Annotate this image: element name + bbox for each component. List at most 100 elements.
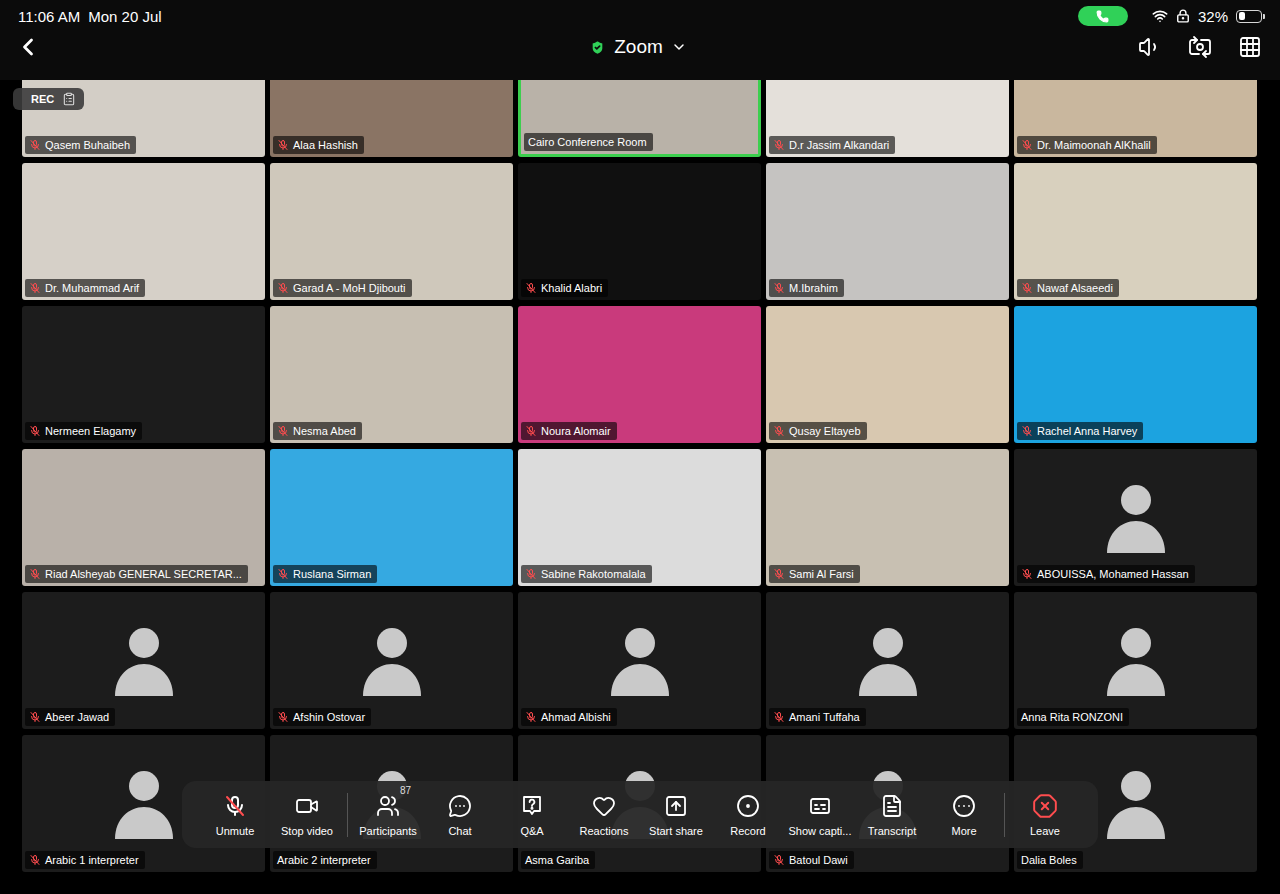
toolbar-button[interactable]: Q&A (496, 793, 568, 837)
participant-tile[interactable]: Khalid Alabri (518, 163, 761, 300)
meeting-toolbar: UnmuteStop video87ParticipantsChatQ&ARea… (182, 781, 1098, 848)
video-gallery: Qasem BuhaibehAlaa HashishCairo Conferen… (0, 80, 1280, 894)
muted-mic-icon (29, 711, 41, 723)
participant-count: 87 (400, 785, 411, 796)
toolbar-button[interactable]: Leave (1009, 793, 1081, 837)
person-avatar-icon (855, 624, 921, 698)
muted-mic-icon (277, 568, 289, 580)
chat-bubble-icon (448, 794, 472, 818)
participant-tile[interactable]: Amani Tuffaha (766, 592, 1009, 729)
participant-tile[interactable]: Rachel Anna Harvey (1014, 306, 1257, 443)
participant-name: Nawaf Alsaeedi (1017, 279, 1119, 297)
muted-mic-icon (525, 568, 537, 580)
leave-icon (1032, 793, 1058, 819)
person-avatar-icon (1103, 767, 1169, 841)
chevron-left-icon (14, 33, 42, 61)
muted-mic-icon (1021, 139, 1033, 151)
participant-tile[interactable]: Cairo Conference Room (518, 80, 761, 157)
toolbar-separator (1004, 793, 1005, 837)
toolbar-button[interactable]: Stop video (271, 793, 343, 837)
participant-tile[interactable]: Noura Alomair (518, 306, 761, 443)
toolbar-button[interactable]: Record (712, 793, 784, 837)
gallery-view-button[interactable] (1238, 35, 1262, 59)
toolbar-group: Leave (1009, 793, 1081, 837)
nav-bar: Zoom (0, 32, 1280, 62)
participant-tile[interactable]: Qusay Eltayeb (766, 306, 1009, 443)
participant-tile[interactable]: Anna Rita RONZONI (1014, 592, 1257, 729)
muted-mic-icon (277, 425, 289, 437)
participant-tile[interactable]: Afshin Ostovar (270, 592, 513, 729)
participant-tile[interactable]: M.Ibrahim (766, 163, 1009, 300)
participant-name: Amani Tuffaha (769, 708, 866, 726)
call-indicator[interactable] (1078, 6, 1128, 26)
record-icon (736, 794, 760, 818)
toolbar-button[interactable]: Unmute (199, 793, 271, 837)
participant-tile[interactable]: Dr. Muhammad Arif (22, 163, 265, 300)
participant-tile[interactable]: ABOUISSA, Mohamed Hassan (1014, 449, 1257, 586)
muted-mic-icon (277, 711, 289, 723)
participant-tile[interactable]: Dr. Maimoonah AlKhalil (1014, 80, 1257, 157)
participant-name: Khalid Alabri (521, 279, 608, 297)
muted-mic-icon (773, 282, 785, 294)
muted-mic-icon (29, 568, 41, 580)
speaker-button[interactable] (1138, 35, 1162, 59)
video-grid: Qasem BuhaibehAlaa HashishCairo Conferen… (0, 80, 1280, 872)
toolbar-button[interactable]: Chat (424, 793, 496, 837)
wifi-icon (1152, 8, 1168, 24)
participant-tile[interactable]: Sami Al Farsi (766, 449, 1009, 586)
participant-tile[interactable]: Sabine Rakotomalala (518, 449, 761, 586)
status-time: 11:06 AM (18, 8, 80, 25)
participant-name: Qusay Eltayeb (769, 422, 867, 440)
participant-name: Nermeen Elagamy (25, 422, 142, 440)
toolbar-button[interactable]: More (928, 793, 1000, 837)
participant-tile[interactable]: Alaa Hashish (270, 80, 513, 157)
muted-mic-icon (773, 568, 785, 580)
participant-tile[interactable]: Nawaf Alsaeedi (1014, 163, 1257, 300)
participant-name: Arabic 1 interpreter (25, 851, 145, 869)
meeting-title[interactable]: Zoom (589, 36, 687, 58)
toolbar-group: 87ParticipantsChatQ&AReactionsStart shar… (352, 793, 1000, 837)
participant-name: Anna Rita RONZONI (1017, 708, 1129, 726)
participant-tile[interactable]: Garad A - MoH Djibouti (270, 163, 513, 300)
person-avatar-icon (359, 624, 425, 698)
rotation-lock-icon (1176, 9, 1190, 23)
participants-icon (376, 794, 400, 818)
muted-mic-icon (277, 139, 289, 151)
video-camera-icon (295, 794, 319, 818)
participant-tile[interactable]: Ruslana Sirman (270, 449, 513, 586)
participant-tile[interactable]: Riad Alsheyab GENERAL SECRETAR... (22, 449, 265, 586)
muted-mic-icon (525, 282, 537, 294)
muted-mic-icon (1021, 425, 1033, 437)
participant-tile[interactable]: Abeer Jawad (22, 592, 265, 729)
participant-name: ABOUISSA, Mohamed Hassan (1017, 565, 1195, 583)
battery-icon (1236, 10, 1262, 23)
grid-icon (1238, 35, 1262, 59)
recording-info-icon (62, 92, 76, 106)
switch-camera-button[interactable] (1188, 35, 1212, 59)
participant-name: Batoul Dawi (769, 851, 854, 869)
participant-tile[interactable]: D.r Jassim Alkandari (766, 80, 1009, 157)
back-button[interactable] (14, 33, 42, 61)
toolbar-button[interactable]: Transcript (856, 793, 928, 837)
participant-name: Sabine Rakotomalala (521, 565, 652, 583)
toolbar-button[interactable]: Show capti... (784, 793, 856, 837)
shield-check-icon (589, 39, 606, 56)
muted-mic-icon (773, 425, 785, 437)
toolbar-button[interactable]: Start share (640, 793, 712, 837)
participant-name: Rachel Anna Harvey (1017, 422, 1143, 440)
chevron-down-icon (671, 39, 687, 55)
participant-tile[interactable]: Ahmad Albishi (518, 592, 761, 729)
phone-icon (1096, 10, 1109, 23)
participant-name: Noura Alomair (521, 422, 617, 440)
participant-tile[interactable]: Nermeen Elagamy (22, 306, 265, 443)
switch-camera-icon (1188, 35, 1212, 59)
toolbar-button[interactable]: Reactions (568, 793, 640, 837)
muted-mic-icon (525, 425, 537, 437)
participant-name: Dalia Boles (1017, 851, 1083, 869)
participant-name: Dr. Maimoonah AlKhalil (1017, 136, 1157, 154)
muted-mic-icon (277, 282, 289, 294)
participant-tile[interactable]: Nesma Abed (270, 306, 513, 443)
participant-name: Asma Gariba (521, 851, 595, 869)
toolbar-button[interactable]: 87Participants (352, 793, 424, 837)
participant-name: Ruslana Sirman (273, 565, 377, 583)
